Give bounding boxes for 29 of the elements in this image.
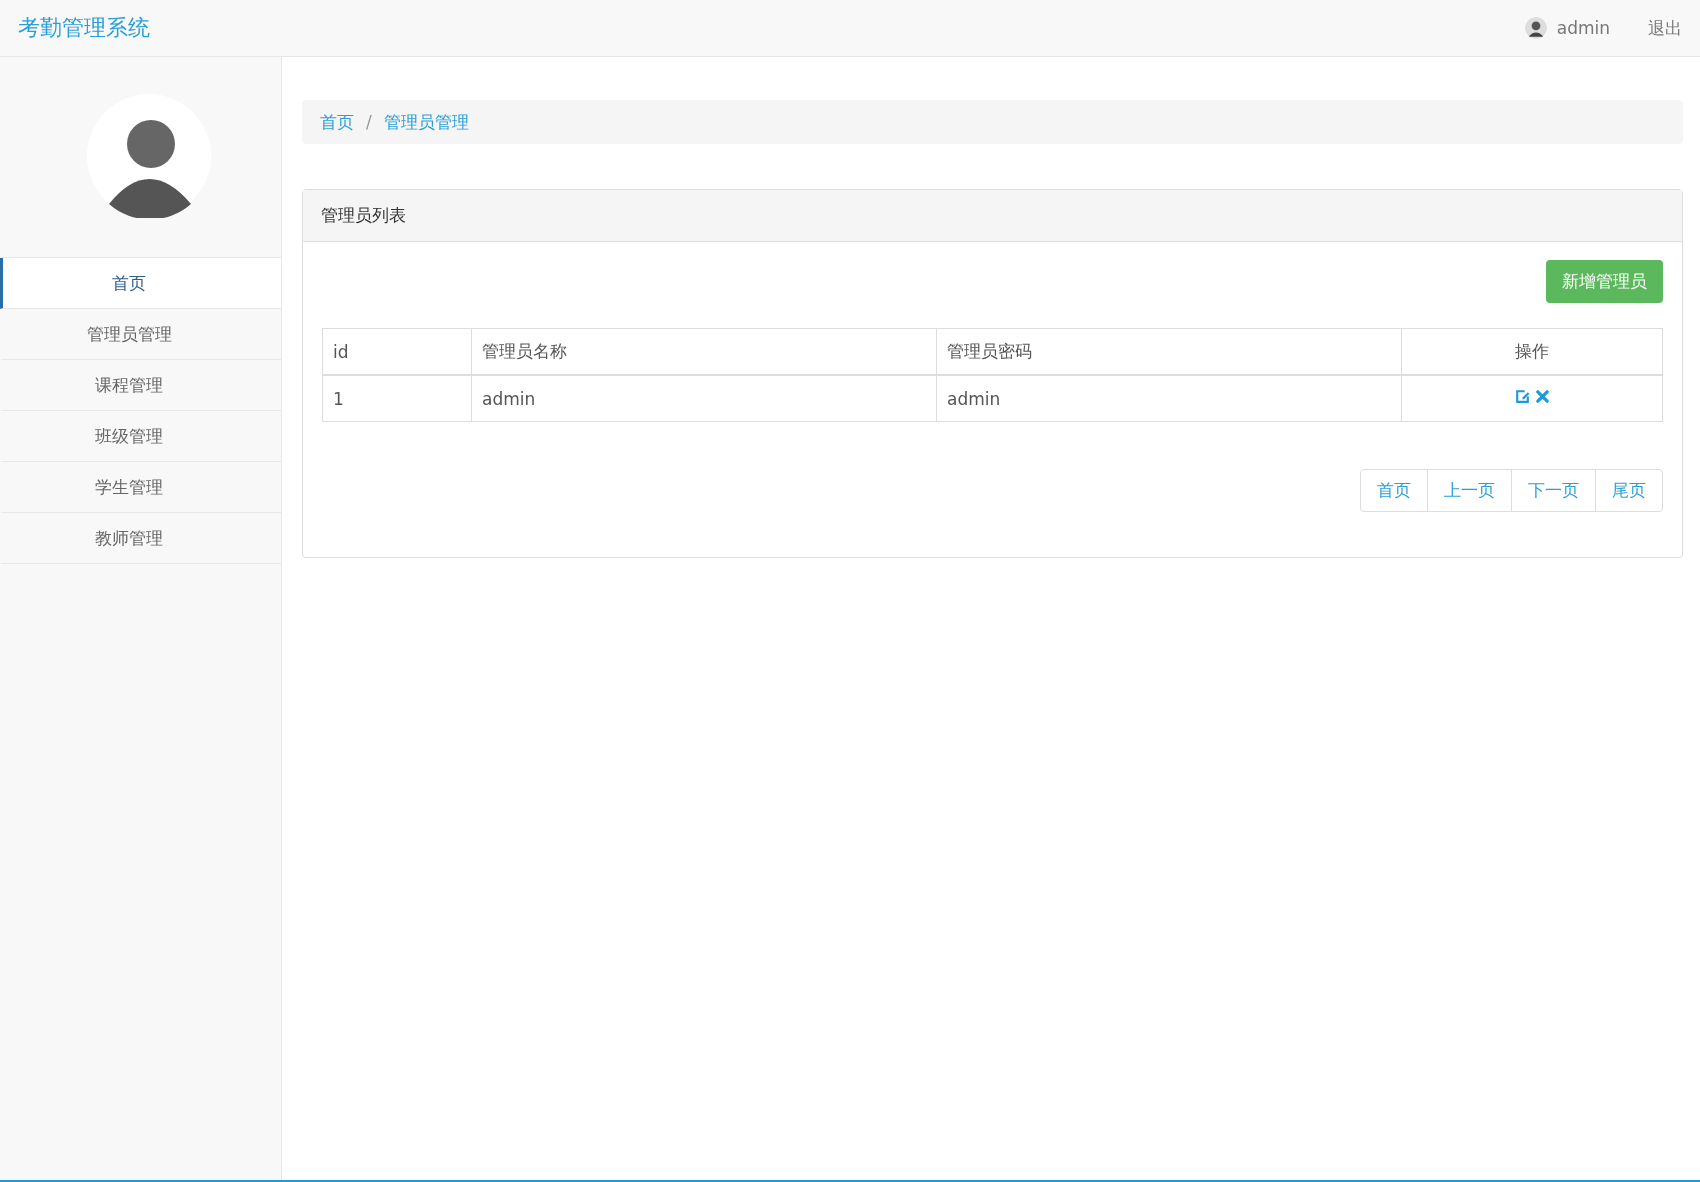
column-header: 管理员名称 bbox=[471, 328, 937, 375]
user-avatar-icon bbox=[1524, 17, 1547, 39]
column-header: 操作 bbox=[1401, 328, 1663, 375]
table-cell: 1 bbox=[322, 375, 472, 422]
sidebar-item[interactable]: 班级管理 bbox=[0, 411, 281, 462]
pagination-link[interactable]: 下一页 bbox=[1511, 469, 1596, 512]
breadcrumb-link[interactable]: 首页 bbox=[320, 110, 354, 134]
panel-title: 管理员列表 bbox=[321, 204, 406, 227]
user-name[interactable]: admin bbox=[1556, 18, 1610, 38]
delete-x-icon[interactable] bbox=[1535, 389, 1550, 404]
pagination-link[interactable]: 上一页 bbox=[1427, 469, 1512, 512]
edit-icon[interactable] bbox=[1514, 388, 1531, 405]
column-header: id bbox=[322, 328, 472, 375]
sidebar-item[interactable]: 课程管理 bbox=[0, 360, 281, 411]
sidebar-item[interactable]: 首页 bbox=[0, 258, 281, 309]
pagination-link[interactable]: 尾页 bbox=[1595, 469, 1663, 512]
breadcrumb-separator-icon: / bbox=[366, 112, 372, 132]
sidebar-item[interactable]: 教师管理 bbox=[0, 513, 281, 564]
logout-link[interactable]: 退出 bbox=[1648, 16, 1682, 40]
app-title[interactable]: 考勤管理系统 bbox=[18, 13, 150, 43]
table-cell: admin bbox=[471, 375, 937, 422]
sidebar-item[interactable]: 管理员管理 bbox=[0, 309, 281, 360]
table-cell: admin bbox=[936, 375, 1402, 422]
sidebar-item[interactable]: 学生管理 bbox=[0, 462, 281, 513]
add-admin-button[interactable]: 新增管理员 bbox=[1546, 260, 1663, 303]
avatar-silhouette-icon bbox=[86, 94, 211, 218]
pagination-link[interactable]: 首页 bbox=[1360, 469, 1428, 512]
breadcrumb-link[interactable]: 管理员管理 bbox=[383, 110, 469, 134]
column-header: 管理员密码 bbox=[936, 328, 1402, 375]
